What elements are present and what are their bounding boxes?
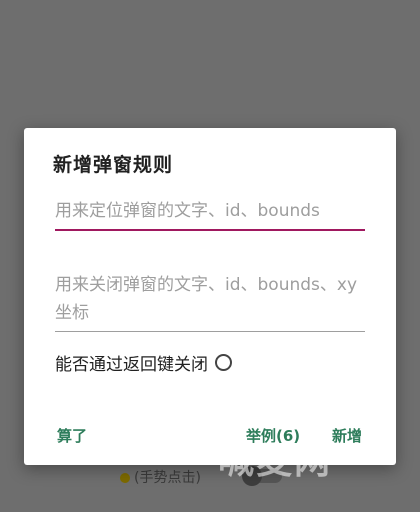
background-hint: (手势点击) — [120, 467, 201, 487]
dialog-title: 新增弹窗规则 — [53, 154, 174, 176]
locate-popup-input[interactable]: 用来定位弹窗的文字、id、bounds — [55, 197, 365, 231]
close-popup-placeholder: 用来关闭弹窗的文字、id、bounds、xy坐标 — [55, 275, 358, 323]
background-strip — [0, 465, 420, 512]
site-watermark: 喊麦网 — [218, 441, 333, 482]
hint-text: (手势点击) — [134, 470, 201, 486]
cancel-button[interactable]: 算了 — [57, 425, 87, 446]
back-key-radio[interactable] — [215, 354, 232, 371]
close-popup-input[interactable]: 用来关闭弹窗的文字、id、bounds、xy坐标 — [55, 271, 365, 332]
locate-popup-placeholder: 用来定位弹窗的文字、id、bounds — [55, 201, 320, 221]
back-key-option[interactable]: 能否通过返回键关闭 — [55, 350, 232, 375]
add-button[interactable]: 新增 — [332, 425, 362, 446]
new-popup-rule-dialog: 新增弹窗规则 用来定位弹窗的文字、id、bounds 用来关闭弹窗的文字、id、… — [24, 128, 396, 465]
back-key-label: 能否通过返回键关闭 — [55, 355, 208, 375]
hint-dot-icon — [120, 473, 130, 483]
